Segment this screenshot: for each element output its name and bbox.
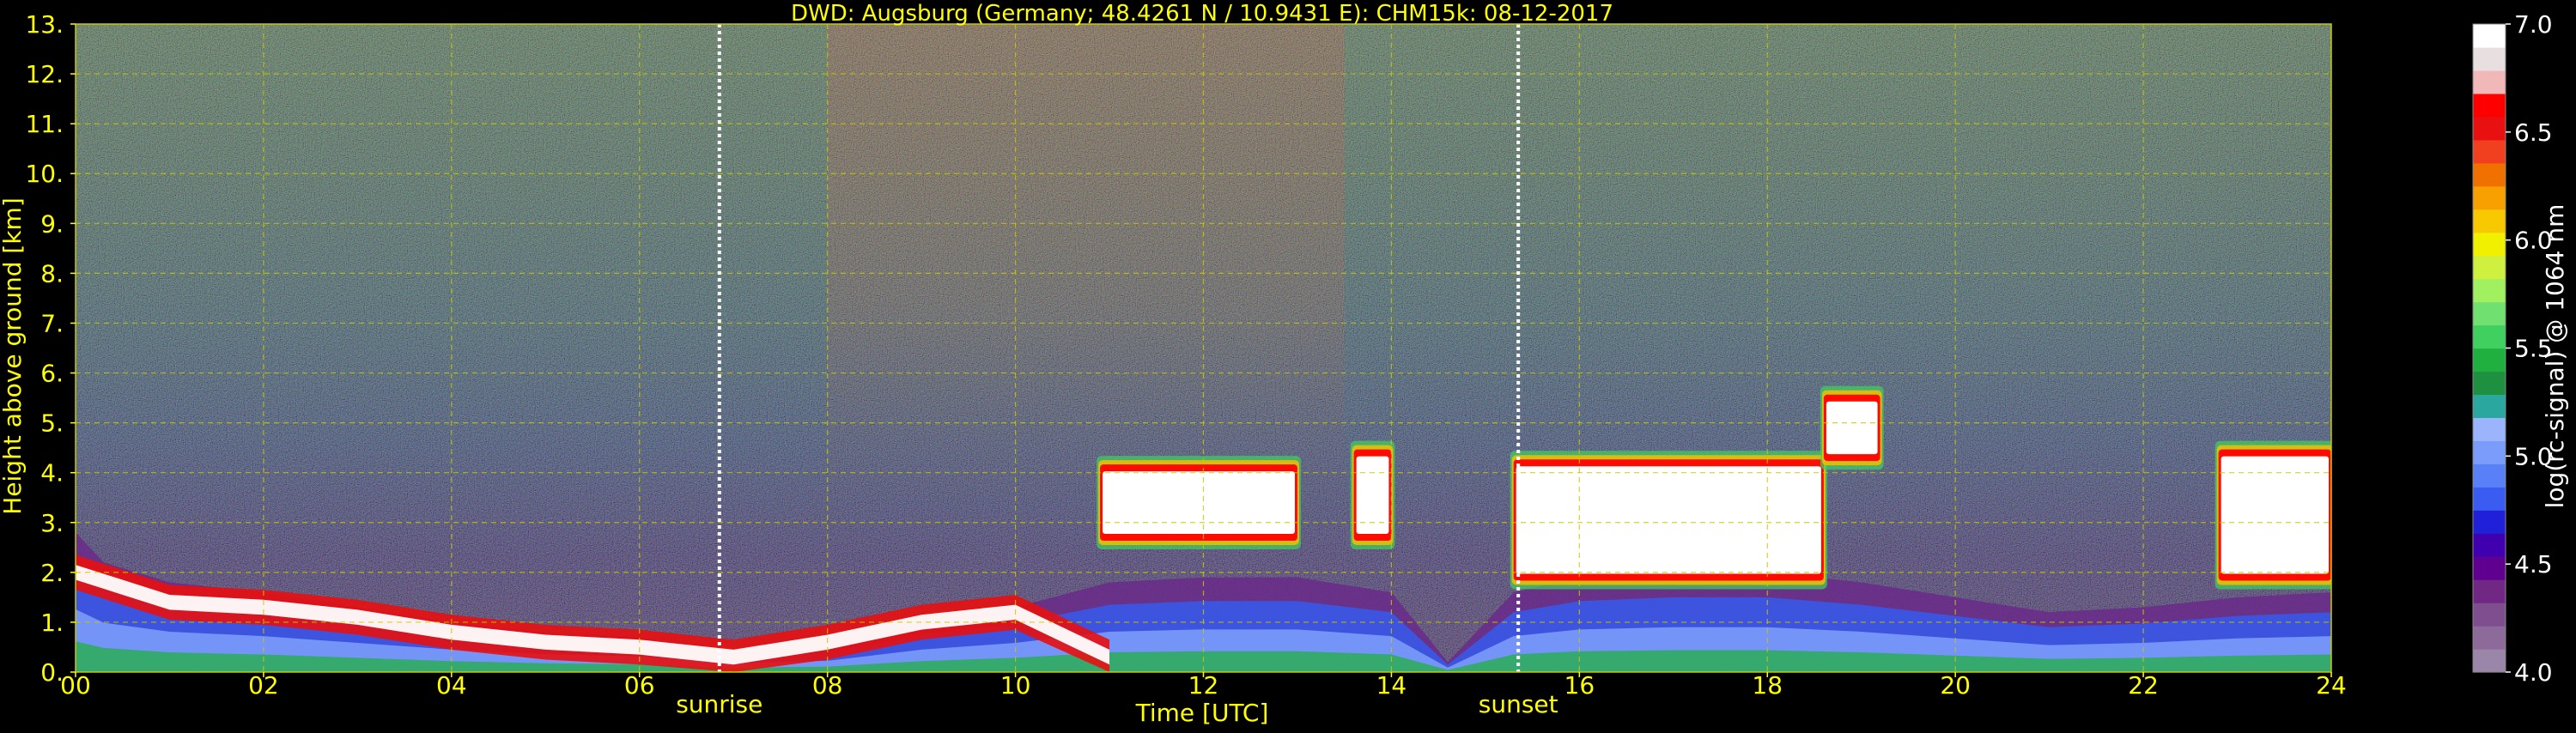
colorbar-segment [2473,232,2506,257]
cloud-layer-3-core [1826,401,1878,455]
colorbar-segment [2473,301,2506,326]
x-axis-label: Time [UTC] [1135,699,1269,727]
x-tick-label: 04 [436,671,467,700]
sunset-label: sunset [1479,690,1558,718]
y-tick-label: 13. [25,10,64,39]
colorbar-segment [2473,371,2506,396]
x-tick-label: 14 [1376,671,1407,700]
y-tick-label: 12. [25,60,64,88]
colorbar-segment [2473,162,2506,187]
colorbar-segment [2473,139,2506,164]
colorbar-segment [2473,440,2506,464]
colorbar-segment [2473,603,2506,627]
colorbar-tick-label: 4.0 [2514,658,2553,687]
y-tick-label: 11. [25,110,64,138]
x-tick-label: 18 [1752,671,1783,700]
colorbar-segment [2473,463,2506,488]
colorbar-segment [2473,46,2506,71]
y-tick-label: 7. [40,309,64,337]
colorbar-segment [2473,185,2506,210]
x-tick-label: 16 [1564,671,1595,700]
colorbar-segment [2473,626,2506,650]
x-tick-label: 02 [248,671,279,700]
colorbar-segment [2473,24,2506,48]
plot-area [76,24,2331,672]
y-tick-label: 4. [40,459,64,488]
sunrise-label: sunrise [676,690,762,718]
colorbar-label: log(rc-signal) @ 1064 nm [2541,204,2569,509]
y-axis-label: Height above ground [km] [0,197,27,515]
y-tick-label: 2. [40,559,64,587]
colorbar-segment [2473,116,2506,141]
colorbar-segment [2473,394,2506,418]
x-tick-label: 24 [2316,671,2347,700]
cloud-layer-0-core [1103,471,1295,534]
colorbar-tick-label: 7.0 [2514,10,2553,39]
colorbar-tick-label: 6.5 [2514,118,2553,147]
colorbar-segment [2473,70,2506,94]
y-tick-label: 10. [25,160,64,188]
y-tick-label: 6. [40,360,64,388]
colorbar-segment [2473,278,2506,303]
x-tick-label: 06 [624,671,655,700]
colorbar-segment [2473,556,2506,580]
colorbar-segment [2473,649,2506,673]
y-tick-label: 0. [40,658,64,687]
x-tick-label: 12 [1188,671,1219,700]
y-tick-label: 3. [40,509,64,537]
x-tick-label: 10 [1000,671,1031,700]
colorbar-segment [2473,510,2506,534]
cloud-layer-4-core [2221,456,2329,574]
x-tick-label: 08 [812,671,843,700]
colorbar-segment [2473,93,2506,118]
colorbar-segment [2473,324,2506,349]
y-tick-label: 9. [40,209,64,238]
x-tick-label: 00 [60,671,91,700]
ceilometer-chart: sunrise sunset 00 02 04 06 08 10 12 14 16 18 20 22 24 0… [0,0,2576,730]
chart-canvas: sunrise sunset 00 02 04 06 08 10 12 14 16 18 20 22 24 0… [0,1,2569,727]
chart-title: DWD: Augsburg (Germany; 48.4261 N / 10.9… [791,1,1613,27]
y-tick-label: 8. [40,259,64,288]
colorbar-segment [2473,255,2506,280]
colorbar-segment [2473,579,2506,603]
colorbar-segment [2473,487,2506,511]
x-tick-label: 20 [1940,671,1971,700]
cloud-layer-2-core [1516,466,1821,574]
colorbar-tick-label: 4.5 [2514,550,2553,579]
colorbar-segment [2473,348,2506,373]
x-tick-label: 22 [2128,671,2159,700]
colorbar-segment [2473,417,2506,441]
colorbar-segment [2473,209,2506,233]
y-tick-label: 1. [40,609,64,637]
colorbar-segment [2473,533,2506,557]
y-tick-label: 5. [40,409,64,438]
